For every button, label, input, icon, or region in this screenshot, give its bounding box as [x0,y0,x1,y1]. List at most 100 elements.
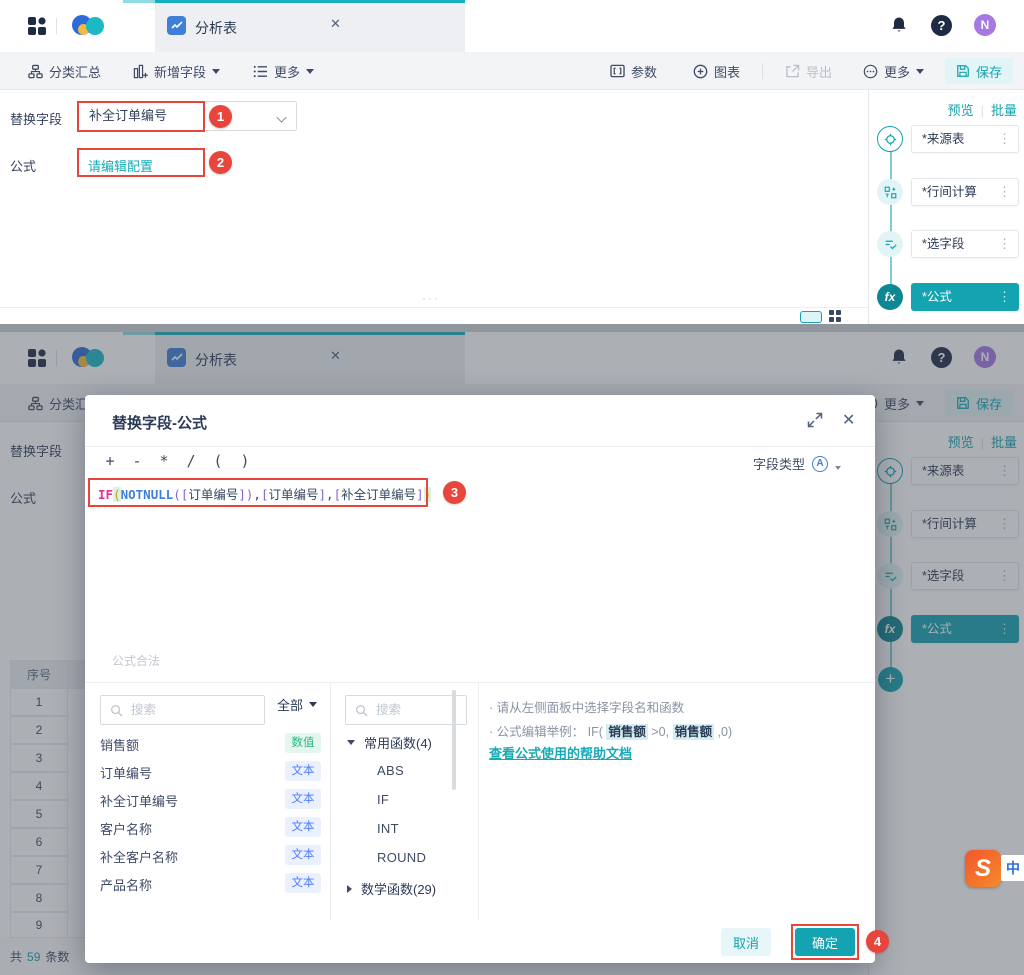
batch-link[interactable]: 批量 [991,103,1017,118]
function-item-if[interactable]: IF [377,792,389,807]
caret-down-icon [916,69,924,74]
field-type-badge: 文本 [285,789,321,809]
avatar[interactable]: N [974,14,996,36]
field-item[interactable]: 订单编号 文本 [100,763,322,785]
op-divide[interactable]: / [184,452,198,470]
field-item[interactable]: 产品名称 文本 [100,875,322,897]
field-filter-dropdown[interactable]: 全部 [277,695,317,714]
table-view-icon[interactable] [800,311,822,323]
node-label: *来源表 [922,132,964,146]
function-item-abs[interactable]: ABS [377,763,404,778]
grid-view-icon[interactable] [829,310,842,323]
op-minus[interactable]: - [130,452,144,470]
help-icon[interactable]: ? [931,15,952,36]
caret-down-icon [835,466,841,470]
tab-close-icon[interactable]: ✕ [330,16,341,32]
screenshot-bottom: 分析表 ✕ ? N 分类汇总 新增 [0,324,1024,975]
more-left-button[interactable]: 更多 [253,52,314,90]
toolbar: 分类汇总 新增字段 更多 参数 图表 [0,52,1024,90]
scrollbar[interactable] [452,690,456,790]
flow-connector [890,139,892,297]
op-paren-close[interactable]: ) [238,452,252,470]
select-fields-icon [877,231,903,257]
tab-analysis[interactable]: 分析表 ✕ [155,0,365,52]
cancel-button[interactable]: 取消 [721,928,771,956]
node-row-calc[interactable]: *行间计算⋮ [877,178,1019,206]
annotation-badge-4: 4 [866,930,889,953]
field-type-badge: 文本 [285,845,321,865]
classify-summary-button[interactable]: 分类汇总 [28,52,101,90]
field-search [100,695,265,725]
field-type-badge: 数值 [285,733,321,753]
caret-down-icon [212,69,220,74]
export-button[interactable]: 导出 [785,52,832,90]
add-field-button[interactable]: 新增字段 [133,52,220,90]
field-item[interactable]: 客户名称 文本 [100,819,322,841]
field-item[interactable]: 补全客户名称 文本 [100,847,322,869]
app-grid-icon[interactable] [28,17,46,35]
annotation-box-2 [77,148,205,177]
operator-toolbar: + - * / ( ) [103,452,252,470]
preview-link[interactable]: 预览 [948,103,974,118]
panel-divider-vertical [478,682,479,920]
app-logo[interactable] [72,12,108,40]
function-group-math[interactable]: 数学函数(29) [347,879,436,898]
node-select-fields[interactable]: *选字段⋮ [877,230,1019,258]
field-type-badge: 文本 [285,761,321,781]
tab-accent-light [123,0,155,3]
formula-fx-icon: fx [877,284,903,310]
node-menu-icon[interactable]: ⋮ [998,284,1011,310]
ime-lang-badge: 中 [1001,855,1024,881]
field-item[interactable]: 销售额 数值 [100,735,322,757]
caret-right-icon [347,885,352,893]
annotation-box-1 [77,101,205,132]
field-type-a-icon: A [812,456,828,472]
more-right-button[interactable]: 更多 [863,52,924,90]
function-group-common[interactable]: 常用函数(4) [347,733,432,752]
content-divider [0,307,868,308]
annotation-badge-2: 2 [209,151,232,174]
function-search-input[interactable] [376,697,462,723]
annotation-box-4 [791,924,859,960]
node-formula[interactable]: fx *公式 ⋮ [877,283,1019,311]
help-tip-1: · 请从左侧面板中选择字段名和函数 [489,697,684,716]
op-multiply[interactable]: * [157,452,171,470]
formula-dialog: 替换字段-公式 ✕ + - * / ( ) 字段类型 A IF(NOTNULL(… [85,395,875,963]
chevron-down-icon [276,112,286,122]
ime-indicator[interactable]: S 中 [965,850,1024,887]
annotation-box-3 [88,478,428,507]
annotation-badge-1: 1 [209,105,232,128]
source-table-icon [877,126,903,152]
dialog-title: 替换字段-公式 [112,412,207,433]
chart-button[interactable]: 图表 [693,52,740,90]
node-label: *公式 [922,290,952,304]
function-search [345,695,467,725]
function-item-int[interactable]: INT [377,821,399,836]
node-menu-icon[interactable]: ⋮ [998,179,1011,205]
field-type-control[interactable]: 字段类型 A [753,454,841,473]
expand-icon[interactable] [807,412,825,430]
node-menu-icon[interactable]: ⋮ [998,231,1011,257]
function-item-round[interactable]: ROUND [377,850,426,865]
dialog-close-icon[interactable]: ✕ [842,410,855,430]
replace-field-label: 替换字段 [10,109,62,128]
help-tip-2: · 公式编辑举例： IF( 销售额 >0, 销售额 ,0) [489,721,732,740]
panel-divider-vertical [330,682,331,920]
screenshot-top: 分析表 ✕ ? N 分类汇总 新增 [0,0,1024,324]
dialog-header: 替换字段-公式 ✕ [85,395,875,447]
params-button[interactable]: 参数 [610,52,657,90]
chart-tab-icon [167,16,186,35]
screen: 分析表 ✕ ? N 分类汇总 新增 [0,0,1024,975]
collapse-handle[interactable]: ··· [422,291,440,305]
op-plus[interactable]: + [103,452,117,470]
field-search-input[interactable] [131,697,260,723]
node-source-table[interactable]: *来源表 ⋮ [877,125,1019,153]
node-menu-icon[interactable]: ⋮ [998,126,1011,152]
field-item[interactable]: 补全订单编号 文本 [100,791,322,813]
bell-icon[interactable] [889,15,909,36]
op-paren-open[interactable]: ( [211,452,225,470]
caret-down-icon [309,702,317,707]
help-doc-link[interactable]: 查看公式使用的帮助文档 [489,743,632,762]
save-button[interactable]: 保存 [945,58,1013,84]
formula-example: 公式编辑举例： IF( 销售额 >0, 销售额 ,0) [497,724,732,740]
